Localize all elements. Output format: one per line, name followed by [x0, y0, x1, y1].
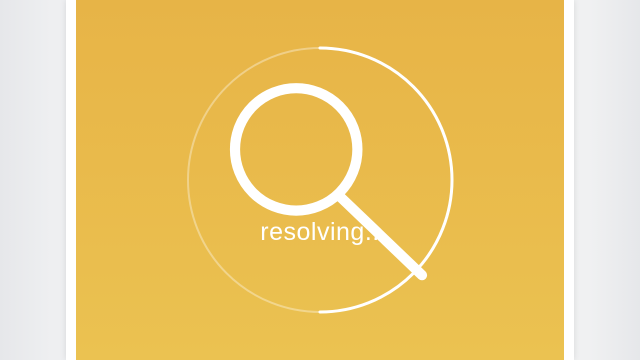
- search-icon: [229, 83, 428, 281]
- progress-ring: resolving..: [184, 44, 456, 316]
- status-text: resolving..: [260, 218, 380, 246]
- screen: resolving..: [0, 0, 640, 360]
